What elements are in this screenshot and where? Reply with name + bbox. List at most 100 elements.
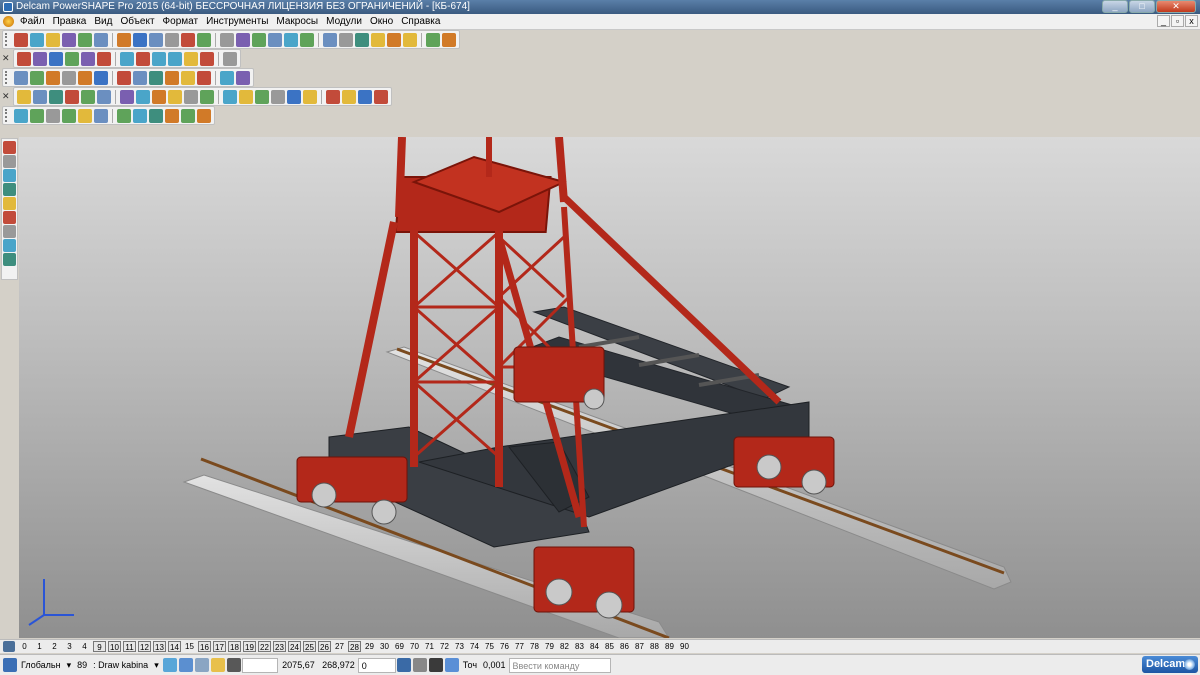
- layer-button[interactable]: 17: [213, 641, 226, 652]
- measure-icon[interactable]: [152, 89, 166, 104]
- save-icon[interactable]: [62, 32, 76, 47]
- arc-icon[interactable]: [339, 32, 353, 47]
- graphics-viewport[interactable]: [19, 137, 1200, 638]
- distance-icon[interactable]: [412, 658, 427, 672]
- box-orange-icon[interactable]: [149, 70, 163, 85]
- toolbar-grip[interactable]: [5, 33, 11, 46]
- pointer-icon[interactable]: [3, 141, 16, 154]
- layer-button[interactable]: 71: [423, 641, 436, 652]
- minimize-button[interactable]: _: [1102, 0, 1128, 13]
- mesh-icon[interactable]: [236, 70, 250, 85]
- grid-icon[interactable]: [165, 70, 179, 85]
- pin-icon[interactable]: [371, 32, 385, 47]
- menu-view[interactable]: Вид: [90, 16, 116, 27]
- triangle-icon[interactable]: [133, 70, 147, 85]
- explode-icon[interactable]: [181, 108, 195, 123]
- cut-icon[interactable]: [117, 32, 131, 47]
- view-box-icon[interactable]: [17, 51, 31, 66]
- circle-icon[interactable]: [300, 32, 314, 47]
- shaded-icon[interactable]: [184, 51, 198, 66]
- layer-button[interactable]: 0: [18, 641, 31, 652]
- split-icon[interactable]: [303, 89, 317, 104]
- menu-window[interactable]: Окно: [366, 16, 397, 27]
- layer-button[interactable]: 79: [543, 641, 556, 652]
- layer-button[interactable]: 72: [438, 641, 451, 652]
- layer-button[interactable]: 4: [78, 641, 91, 652]
- axis-icon[interactable]: [268, 32, 282, 47]
- cube-yellow-icon[interactable]: [133, 108, 147, 123]
- view-iso-icon[interactable]: [65, 51, 79, 66]
- layer-button[interactable]: 13: [153, 641, 166, 652]
- new-file-icon[interactable]: [14, 32, 28, 47]
- view-rotate-icon[interactable]: [81, 51, 95, 66]
- rect-icon[interactable]: [97, 89, 111, 104]
- view-frame-icon[interactable]: [33, 51, 47, 66]
- layer-button[interactable]: 29: [363, 641, 376, 652]
- menu-macros[interactable]: Макросы: [272, 16, 322, 27]
- help-icon[interactable]: [236, 32, 250, 47]
- solid-gray-icon[interactable]: [184, 89, 198, 104]
- layer-button[interactable]: 28: [348, 641, 361, 652]
- cylinder-icon[interactable]: [3, 225, 16, 238]
- curve-icon[interactable]: [323, 32, 337, 47]
- dimension-icon[interactable]: [168, 89, 182, 104]
- menu-object[interactable]: Объект: [116, 16, 158, 27]
- app-menu-icon[interactable]: [3, 16, 14, 27]
- shell-icon[interactable]: [255, 89, 269, 104]
- boolean-icon[interactable]: [287, 89, 301, 104]
- toolbar-close-icon[interactable]: ✕: [2, 91, 11, 102]
- mail-icon[interactable]: [94, 32, 108, 47]
- layer-button[interactable]: 15: [183, 641, 196, 652]
- arc-tool-icon[interactable]: [49, 89, 63, 104]
- axes-icon[interactable]: [30, 108, 44, 123]
- hand-icon[interactable]: [223, 51, 237, 66]
- layer-button[interactable]: 22: [258, 641, 271, 652]
- undo-icon[interactable]: [197, 32, 211, 47]
- layer-button[interactable]: 90: [678, 641, 691, 652]
- line-icon[interactable]: [284, 32, 298, 47]
- layers-icon[interactable]: [181, 70, 195, 85]
- layer-manager-icon[interactable]: [3, 641, 15, 652]
- copy-icon[interactable]: [133, 32, 147, 47]
- redo-icon[interactable]: [220, 32, 234, 47]
- coord-z[interactable]: 0: [357, 657, 396, 673]
- workplane-dropdown-icon[interactable]: ▾: [64, 658, 75, 673]
- command-input[interactable]: Ввести команду: [508, 657, 611, 673]
- print-icon[interactable]: [78, 32, 92, 47]
- layer-button[interactable]: 14: [168, 641, 181, 652]
- layer-button[interactable]: 19: [243, 641, 256, 652]
- toolbar-close-icon[interactable]: ✕: [2, 53, 11, 64]
- solid-icon[interactable]: [387, 32, 401, 47]
- layer-button[interactable]: 26: [318, 641, 331, 652]
- extrude-icon[interactable]: [3, 183, 16, 196]
- frame-icon[interactable]: [81, 89, 95, 104]
- zoom-out-icon[interactable]: [152, 51, 166, 66]
- pan-icon[interactable]: [97, 51, 111, 66]
- view-fit-icon[interactable]: [197, 108, 211, 123]
- workplane-icon[interactable]: [3, 658, 17, 672]
- layer-button[interactable]: 18: [228, 641, 241, 652]
- model-icon[interactable]: [252, 32, 266, 47]
- layer-button[interactable]: 10: [108, 641, 121, 652]
- pipe-icon[interactable]: [326, 89, 340, 104]
- menu-format[interactable]: Формат: [159, 16, 203, 27]
- ruler-icon[interactable]: [374, 89, 388, 104]
- tool-settings-icon[interactable]: [210, 658, 225, 672]
- chamfer-icon[interactable]: [239, 89, 253, 104]
- menu-modules[interactable]: Модули: [322, 16, 366, 27]
- wireframe-icon[interactable]: [14, 70, 28, 85]
- grid-toggle-icon[interactable]: [178, 658, 193, 672]
- shade-green-icon[interactable]: [62, 70, 76, 85]
- mdi-close-button[interactable]: x: [1185, 15, 1198, 27]
- mdi-restore-button[interactable]: ▫: [1171, 15, 1184, 27]
- toolbar-grip[interactable]: [5, 71, 11, 84]
- layer-button[interactable]: 3: [63, 641, 76, 652]
- sphere-red-icon[interactable]: [94, 70, 108, 85]
- layer-button[interactable]: 85: [603, 641, 616, 652]
- layer-button[interactable]: 82: [558, 641, 571, 652]
- text-icon[interactable]: [355, 32, 369, 47]
- constraint-icon[interactable]: [149, 108, 163, 123]
- open-file-icon[interactable]: [30, 32, 44, 47]
- camera-icon[interactable]: [220, 70, 234, 85]
- position-icon[interactable]: [396, 658, 411, 672]
